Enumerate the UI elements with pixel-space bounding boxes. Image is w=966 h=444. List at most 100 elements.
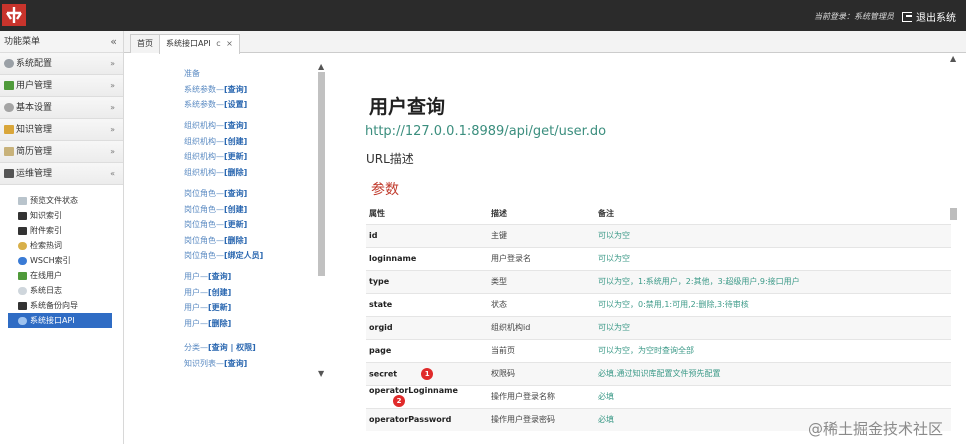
backup-icon	[18, 301, 27, 310]
api-list: 准备 系统参数—[查询] 系统参数—[设置] 组织机构—[查询] 组织机构—[创建] 组织…	[124, 54, 331, 378]
api-link[interactable]: 组织机构—[更新]	[184, 149, 247, 165]
api-link[interactable]: 岗位角色—[创建]	[184, 202, 263, 218]
param-name: secret	[369, 369, 398, 378]
param-name-cell: loginname	[366, 246, 488, 270]
scrollbar-thumb[interactable]	[318, 72, 325, 276]
column-header: 描述	[491, 209, 507, 219]
param-description: 操作用户登录名称	[488, 384, 595, 408]
page-title: 用户查询	[369, 96, 446, 118]
sidebar-group-user-management[interactable]: 用户管理 »	[0, 75, 123, 97]
sidebar-group-label: 简历管理	[16, 146, 53, 157]
api-link[interactable]: 组织机构—[创建]	[184, 134, 247, 150]
refresh-icon[interactable]: c	[216, 39, 220, 48]
api-link-action: [查询]	[224, 84, 248, 94]
column-header: 属性	[369, 209, 385, 219]
param-name: state	[369, 300, 393, 309]
sidebar-group-resume-management[interactable]: 简历管理 »	[0, 141, 123, 163]
api-link[interactable]: 知识列表—[查询]	[184, 356, 256, 372]
table-row: state 状态 可以为空，0:禁用,1:可用,2:删除,3:待审核	[366, 292, 951, 316]
api-link[interactable]: 岗位角色—[绑定人员]	[184, 248, 263, 264]
detail-scrollbar[interactable]: ▲	[948, 54, 958, 444]
api-link[interactable]: 用户—[查询]	[184, 269, 231, 285]
sidebar-item-label: 系统备份向导	[30, 301, 78, 310]
api-link[interactable]: 岗位角色—[查询]	[184, 186, 263, 202]
sidebar-item-wsch-index[interactable]: WSCH索引	[16, 253, 123, 268]
api-link[interactable]: 组织机构—[查询]	[184, 118, 247, 134]
table-row: operatorLoginname2 操作用户登录名称 必填	[366, 384, 951, 408]
sidebar-group-system-config[interactable]: 系统配置 »	[0, 53, 123, 75]
close-icon[interactable]: ×	[226, 39, 233, 48]
scroll-up-icon[interactable]: ▲	[950, 54, 956, 63]
sidebar-item-backup-wizard[interactable]: 系统备份向导	[16, 298, 123, 313]
table-row: loginname 用户登录名 可以为空	[366, 246, 951, 270]
app-logo	[2, 4, 26, 26]
api-link-action: [查询]	[224, 189, 248, 198]
scroll-up-icon[interactable]: ▲	[318, 62, 324, 71]
api-list-scrollbar[interactable]: ▲ ▼	[317, 62, 326, 378]
sidebar-item-hot-words[interactable]: 检索热词	[16, 238, 123, 253]
sidebar-group-ops-management[interactable]: 运维管理 «	[0, 163, 123, 185]
sidebar-group-label: 运维管理	[16, 168, 53, 179]
tab-home[interactable]: 首页	[130, 34, 160, 53]
sidebar-collapse-icon[interactable]: «	[110, 31, 117, 53]
api-link[interactable]: 用户—[更新]	[184, 300, 231, 316]
sidebar-item-label: 在线用户	[30, 271, 62, 280]
api-link-prefix: 岗位角色—	[184, 220, 224, 229]
api-link-action: [绑定人员]	[224, 251, 264, 260]
sidebar-group-label: 基本设置	[16, 102, 53, 113]
sidebar-group-knowledge-management[interactable]: 知识管理 »	[0, 119, 123, 141]
scroll-down-icon[interactable]: ▼	[318, 369, 324, 378]
param-description: 主键	[488, 223, 595, 247]
sidebar-item-attachment-index[interactable]: 附件索引	[16, 223, 123, 238]
annotation-badge: 1	[421, 367, 434, 380]
param-name-cell: secret 1	[366, 361, 488, 385]
index-icon	[18, 226, 27, 235]
sidebar-item-system-log[interactable]: 系统日志	[16, 283, 123, 298]
api-link[interactable]: 用户—[删除]	[184, 316, 231, 332]
sidebar-item-online-users[interactable]: 在线用户	[16, 268, 123, 283]
logout-button[interactable]: 退出系统	[902, 9, 956, 24]
sidebar-item-label: 系统接口API	[30, 316, 75, 325]
api-link[interactable]: 岗位角色—[更新]	[184, 217, 263, 233]
sidebar-group-basic-settings[interactable]: 基本设置 »	[0, 97, 123, 119]
tab-system-api[interactable]: 系统接口API c ×	[159, 34, 240, 54]
api-link-action: [更新]	[224, 152, 248, 161]
sidebar-item-label: WSCH索引	[30, 256, 71, 265]
sidebar-item-label: 知识索引	[30, 211, 62, 220]
api-link-action: [查询]	[224, 358, 248, 368]
tab-label: 系统接口API	[166, 39, 211, 48]
sidebar-group-label: 系统配置	[16, 58, 53, 69]
param-name-cell: operatorLoginname2	[366, 384, 488, 408]
api-group: 分类—[查询 | 权限] 知识列表—[查询]	[184, 340, 256, 371]
param-note: 必填	[595, 384, 951, 408]
sidebar-item-knowledge-index[interactable]: 知识索引	[16, 208, 123, 223]
chevron-down-icon: »	[110, 81, 115, 90]
param-name: operatorLoginname	[369, 386, 458, 395]
api-link[interactable]: 准备	[184, 66, 247, 82]
api-link-action: [删除]	[208, 318, 232, 328]
param-note: 可以为空，0:禁用,1:可用,2:删除,3:待审核	[595, 292, 951, 316]
api-link[interactable]: 系统参数—[查询]	[184, 82, 247, 98]
tab-bar: 首页 系统接口API c ×	[124, 31, 966, 54]
api-link[interactable]: 组织机构—[删除]	[184, 165, 247, 181]
sidebar-item-preview-status[interactable]: 预览文件状态	[16, 193, 123, 208]
param-description: 操作用户登录密码	[488, 407, 595, 431]
globe-icon	[18, 256, 27, 265]
chevron-down-icon: »	[110, 103, 115, 112]
table-row: id 主键 可以为空	[366, 223, 951, 247]
api-link[interactable]: 岗位角色—[删除]	[184, 233, 263, 249]
api-link-action: [删除]	[224, 235, 248, 245]
table-row: page 当前页 可以为空，为空时查询全部	[366, 338, 951, 362]
api-link[interactable]: 系统参数—[设置]	[184, 97, 247, 113]
api-link[interactable]: 分类—[查询 | 权限]	[184, 340, 256, 356]
param-name-cell: operatorPassword	[366, 407, 488, 431]
users-icon	[18, 271, 27, 280]
api-link-prefix: 组织机构—	[184, 167, 224, 177]
gear-icon	[4, 59, 14, 68]
api-link-action: [创建]	[208, 287, 232, 297]
api-group: 准备 系统参数—[查询] 系统参数—[设置]	[184, 66, 247, 113]
api-link[interactable]: 用户—[创建]	[184, 285, 231, 301]
sidebar-item-system-api[interactable]: 系统接口API	[8, 313, 112, 328]
scrollbar-thumb[interactable]	[950, 208, 957, 220]
api-link-prefix: 用户—	[184, 318, 208, 328]
